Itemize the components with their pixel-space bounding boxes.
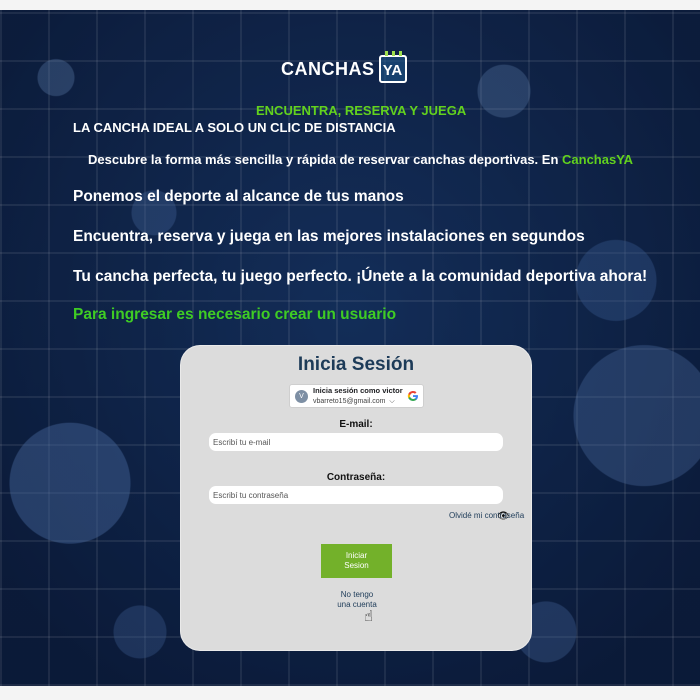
avatar: V bbox=[295, 389, 308, 403]
email-field[interactable] bbox=[209, 433, 503, 451]
page-top-strip bbox=[0, 0, 700, 10]
google-account-email: vbarreto15@gmail.com ⌵ bbox=[313, 396, 403, 407]
password-field[interactable] bbox=[209, 486, 503, 504]
hero-tagline: ENCUENTRA, RESERVA Y JUEGA bbox=[256, 103, 467, 118]
discover-text: Descubre la forma más sencilla y rápida … bbox=[88, 152, 563, 167]
hero-subtagline: LA CANCHA IDEAL A SOLO UN CLIC DE DISTAN… bbox=[73, 120, 396, 135]
hero-line-3: Tu cancha perfecta, tu juego perfecto. ¡… bbox=[73, 268, 648, 285]
hero-line-2: Encuentra, reserva y juega en las mejore… bbox=[73, 228, 585, 245]
page-bottom-strip bbox=[0, 686, 700, 700]
google-email: vbarreto15@gmail.com bbox=[313, 397, 386, 405]
discover-brand: CanchasYA bbox=[562, 152, 634, 167]
login-submit-button[interactable]: Iniciar Sesion bbox=[321, 544, 392, 578]
calendar-icon: YA bbox=[378, 51, 407, 83]
google-signin-chip[interactable]: V Inicia sesión como victor vbarreto15@g… bbox=[289, 384, 424, 408]
logo-badge: YA bbox=[382, 62, 403, 79]
signup-line-1: No tengo bbox=[340, 590, 374, 599]
google-signin-label: Inicia sesión como victor bbox=[313, 385, 403, 395]
submit-line-2: Sesion bbox=[344, 561, 369, 570]
hero-line-4-signup-notice: Para ingresar es necesario crear un usua… bbox=[73, 306, 397, 323]
hero-discover-text: Descubre la forma más sencilla y rápida … bbox=[88, 152, 633, 167]
forgot-password-link[interactable]: Olvidé mi contraseña bbox=[449, 511, 524, 520]
no-account-link[interactable]: No tengo una cuenta bbox=[331, 590, 383, 610]
submit-line-1: Iniciar bbox=[345, 551, 368, 560]
canchasya-logo: CANCHAS YA bbox=[281, 51, 407, 83]
login-submit-label: Iniciar Sesion bbox=[344, 551, 368, 571]
google-g-icon bbox=[407, 391, 418, 401]
chevron-down-icon[interactable]: ⌵ bbox=[389, 397, 394, 405]
hero-section: CANCHAS YA ENCUENTRA, RESERVA Y JUEGA LA… bbox=[0, 10, 700, 686]
hand-pointer-icon: ☝ bbox=[364, 607, 374, 625]
logo-word: CANCHAS bbox=[281, 58, 375, 79]
login-title: Inicia Sesión bbox=[297, 354, 415, 375]
eye-icon[interactable]: 👁 bbox=[497, 511, 510, 522]
password-label: Contraseña: bbox=[326, 472, 386, 483]
login-card: Inicia Sesión V Inicia sesión como victo… bbox=[180, 345, 532, 651]
email-label: E-mail: bbox=[339, 419, 373, 430]
google-account-text: Inicia sesión como victor vbarreto15@gma… bbox=[313, 386, 403, 407]
hero-line-1: Ponemos el deporte al alcance de tus man… bbox=[73, 188, 404, 205]
